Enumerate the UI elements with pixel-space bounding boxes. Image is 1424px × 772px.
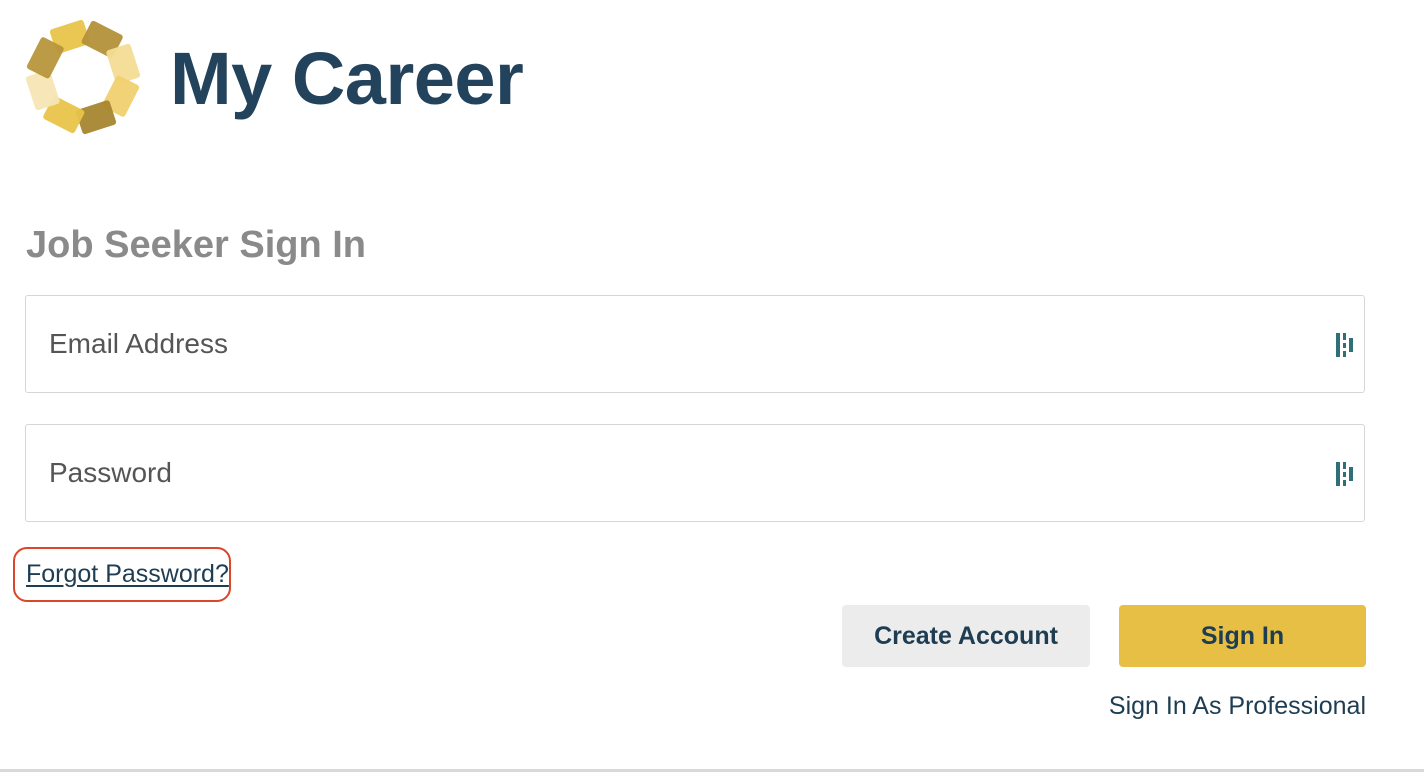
create-account-button[interactable]: Create Account — [842, 605, 1090, 667]
password-input[interactable] — [26, 425, 1364, 521]
sign-in-as-professional-link[interactable]: Sign In As Professional — [1109, 690, 1366, 722]
forgot-password-link[interactable]: Forgot Password? — [26, 558, 229, 590]
sign-in-button[interactable]: Sign In — [1119, 605, 1366, 667]
sign-in-page: My Career Job Seeker Sign In Forgot Pass… — [0, 0, 1424, 772]
password-manager-icon[interactable] — [1336, 462, 1356, 486]
sunburst-logo — [25, 19, 141, 135]
app-title: My Career — [170, 37, 524, 120]
password-manager-icon[interactable] — [1336, 333, 1356, 357]
email-input[interactable] — [26, 296, 1364, 392]
form-heading: Job Seeker Sign In — [26, 224, 366, 266]
password-field-container — [25, 424, 1365, 522]
email-field-container — [25, 295, 1365, 393]
